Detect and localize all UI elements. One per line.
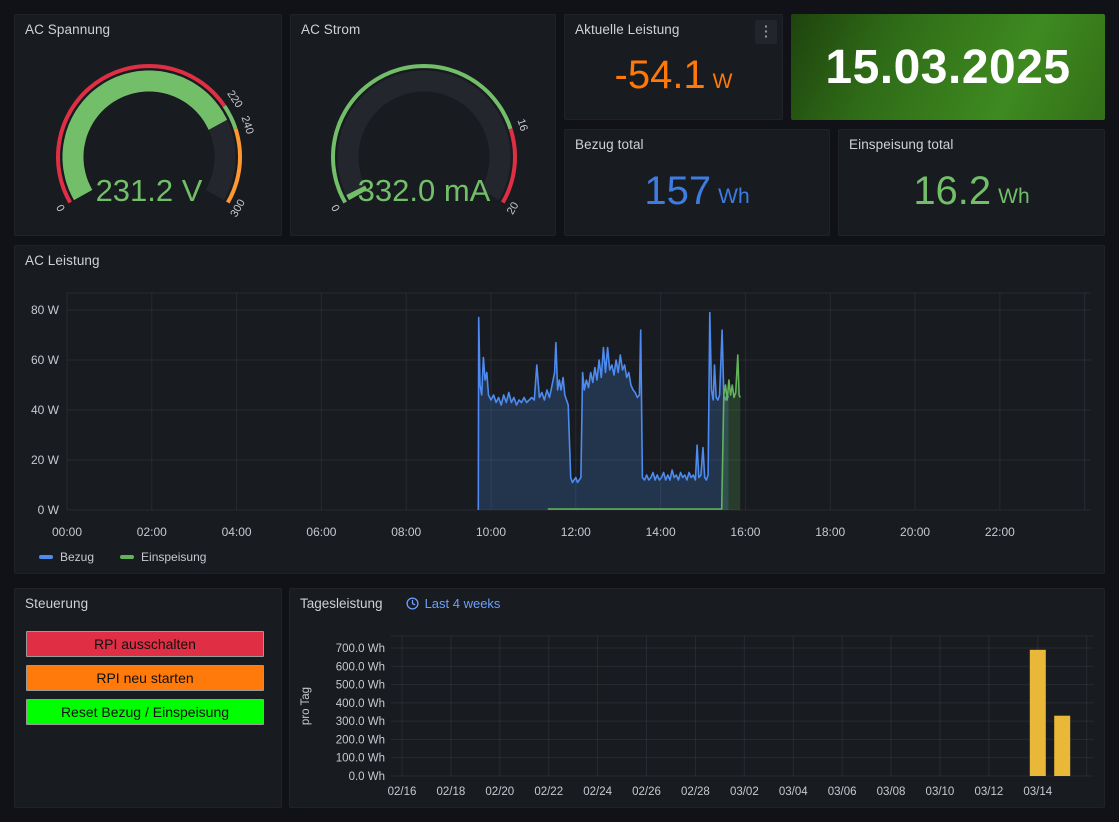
date-value: 15.03.2025 xyxy=(825,40,1070,95)
tagesleistung-chart: 02/16 02/18 02/20 02/22 02/24 02/26 02/28 03/02… xyxy=(290,589,1104,807)
legend-item-einspeisung[interactable]: Einspeisung xyxy=(120,550,206,564)
svg-text:02/28: 02/28 xyxy=(681,786,710,798)
legend-label: Bezug xyxy=(60,550,94,564)
stat-value-wrap: 157 Wh xyxy=(565,130,829,235)
svg-text:02/18: 02/18 xyxy=(437,786,466,798)
stat-value: -54.1 xyxy=(615,55,706,95)
date-background: 15.03.2025 xyxy=(791,14,1105,120)
panel-ac-spannung: AC Spannung 0220240300231.2 V xyxy=(14,14,282,236)
svg-text:600.0 Wh: 600.0 Wh xyxy=(336,661,385,673)
stat-unit: Wh xyxy=(718,174,750,207)
svg-text:03/06: 03/06 xyxy=(828,786,857,798)
svg-text:400.0 Wh: 400.0 Wh xyxy=(336,698,385,710)
panel-ac-strom: AC Strom 0 16 20 332.0 mA xyxy=(290,14,556,236)
stat-unit: W xyxy=(713,59,733,92)
svg-text:22:00: 22:00 xyxy=(985,525,1015,539)
button-column: RPI ausschalten RPI neu starten Reset Be… xyxy=(26,631,264,733)
svg-text:0.0 Wh: 0.0 Wh xyxy=(349,771,385,783)
svg-text:300: 300 xyxy=(228,198,248,220)
svg-text:00:00: 00:00 xyxy=(52,525,82,539)
svg-text:03/08: 03/08 xyxy=(877,786,906,798)
panel-bezug-total: Bezug total 157 Wh xyxy=(564,129,830,236)
svg-text:04:00: 04:00 xyxy=(222,525,252,539)
svg-text:02/16: 02/16 xyxy=(388,786,417,798)
svg-text:20 W: 20 W xyxy=(31,453,60,467)
svg-text:03/14: 03/14 xyxy=(1023,786,1052,798)
panel-aktuelle-leistung: Aktuelle Leistung ⋮ -54.1 W xyxy=(564,14,783,120)
svg-text:300.0 Wh: 300.0 Wh xyxy=(336,716,385,728)
dashboard: AC Spannung 0220240300231.2 V AC Strom 0… xyxy=(0,0,1119,822)
stat-value-wrap: 16.2 Wh xyxy=(839,130,1104,235)
svg-text:100.0 Wh: 100.0 Wh xyxy=(336,753,385,765)
svg-text:02/20: 02/20 xyxy=(485,786,514,798)
svg-text:40 W: 40 W xyxy=(31,403,60,417)
stat-unit: Wh xyxy=(998,174,1030,207)
panel-steuerung: Steuerung RPI ausschalten RPI neu starte… xyxy=(14,588,282,808)
svg-text:0: 0 xyxy=(328,203,341,214)
panel-einspeisung-total: Einspeisung total 16.2 Wh xyxy=(838,129,1105,236)
svg-text:0 W: 0 W xyxy=(38,503,60,517)
stat-value: 157 xyxy=(644,171,711,211)
svg-text:240: 240 xyxy=(239,115,256,136)
svg-text:18:00: 18:00 xyxy=(815,525,845,539)
svg-text:700.0 Wh: 700.0 Wh xyxy=(336,643,385,655)
svg-text:20:00: 20:00 xyxy=(900,525,930,539)
legend-item-bezug[interactable]: Bezug xyxy=(39,550,94,564)
ac-spannung-gauge: 0220240300231.2 V xyxy=(15,39,283,235)
svg-text:02/24: 02/24 xyxy=(583,786,612,798)
legend-label: Einspeisung xyxy=(141,550,206,564)
ac-strom-gauge: 0 16 20 332.0 mA xyxy=(291,39,557,235)
svg-text:231.2 V: 231.2 V xyxy=(96,173,203,208)
stat-value: 16.2 xyxy=(913,171,991,211)
svg-text:03/10: 03/10 xyxy=(926,786,955,798)
svg-text:16: 16 xyxy=(515,117,530,132)
svg-text:02:00: 02:00 xyxy=(137,525,167,539)
rpi-neu-starten-button[interactable]: RPI neu starten xyxy=(26,665,264,691)
svg-text:20: 20 xyxy=(505,200,522,217)
panel-tagesleistung: Tagesleistung Last 4 weeks 02/1602/1802/… xyxy=(289,588,1105,808)
panel-date: 15.03.2025 xyxy=(791,14,1105,120)
svg-text:80 W: 80 W xyxy=(31,303,60,317)
svg-text:12:00: 12:00 xyxy=(561,525,591,539)
legend-marker-einspeisung xyxy=(120,555,134,559)
chart-legend: Bezug Einspeisung xyxy=(39,550,206,564)
reset-bezug-einspeisung-button[interactable]: Reset Bezug / Einspeisung xyxy=(26,699,264,725)
panel-title: AC Strom xyxy=(301,22,360,37)
svg-text:14:00: 14:00 xyxy=(646,525,676,539)
svg-text:02/26: 02/26 xyxy=(632,786,661,798)
svg-text:16:00: 16:00 xyxy=(730,525,760,539)
svg-text:03/12: 03/12 xyxy=(974,786,1003,798)
svg-text:02/22: 02/22 xyxy=(534,786,563,798)
panel-ac-leistung: AC Leistung 00:0002:0004:0006:0008:0010:… xyxy=(14,245,1105,574)
svg-text:06:00: 06:00 xyxy=(306,525,336,539)
svg-text:500.0 Wh: 500.0 Wh xyxy=(336,680,385,692)
svg-text:10:00: 10:00 xyxy=(476,525,506,539)
panel-title: Steuerung xyxy=(25,596,88,611)
svg-text:0: 0 xyxy=(53,203,66,214)
svg-text:03/04: 03/04 xyxy=(779,786,808,798)
svg-text:03/02: 03/02 xyxy=(730,786,759,798)
stat-value-wrap: -54.1 W xyxy=(565,15,782,119)
svg-text:pro Tag: pro Tag xyxy=(300,687,312,725)
ac-leistung-chart: 00:00 02:00 04:00 06:00 08:00 10:00 12:00 14:00… xyxy=(15,246,1104,546)
panel-title: AC Spannung xyxy=(25,22,110,37)
legend-marker-bezug xyxy=(39,555,53,559)
svg-text:60 W: 60 W xyxy=(31,353,60,367)
svg-text:200.0 Wh: 200.0 Wh xyxy=(336,734,385,746)
svg-text:332.0 mA: 332.0 mA xyxy=(358,173,491,208)
rpi-ausschalten-button[interactable]: RPI ausschalten xyxy=(26,631,264,657)
svg-text:08:00: 08:00 xyxy=(391,525,421,539)
